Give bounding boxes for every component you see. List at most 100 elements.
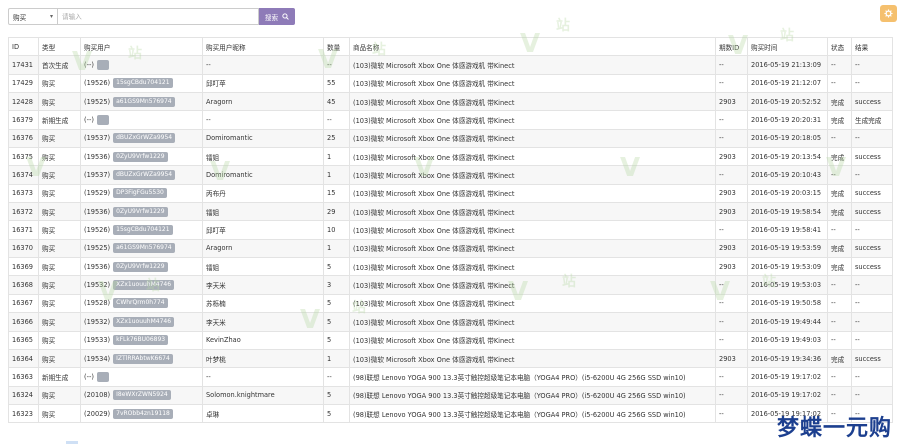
cell-product: (98)联想 Lenovo YOGA 900 13.3英寸触控超级笔记本电脑（Y… [349,385,716,405]
column-header[interactable]: 期数ID [715,36,748,57]
cell-product: (103)微软 Microsoft Xbox One 体感游戏机 带Kinect [349,165,716,185]
chevron-down-icon: ▾ [49,13,53,20]
cell-nickname: 苏栎楠 [202,293,324,314]
column-header[interactable]: 结果 [851,36,893,57]
cell-id: 16375 [8,147,39,167]
cell-type: 购买 [38,348,81,369]
cell-result: -- [851,128,893,149]
table-row[interactable]: 16372 购买 (19536) 0ZyU9Vrfw1229 镭姐 29 (103)微软 M… [8,202,893,222]
cell-result: success [851,348,893,369]
search-field-select[interactable]: 购买 ▾ [8,8,58,25]
cell-user: (--) [80,367,203,387]
cell-user: (19525) a61GS9Mn576974 [80,92,203,112]
cell-id: 17431 [8,55,39,75]
column-header[interactable]: 状态 [827,36,852,57]
cell-nickname: 邱叮苹 [202,220,324,240]
cell-user: (20029) 7vRObb4zn19118 [80,403,203,424]
orders-table: ID 类型 购买用户 购买用户昵称 数量 商品名称 期数ID 购买时间 状态 结果 17431 首次… [8,36,893,424]
cell-id: 16365 [8,330,39,350]
cell-id: 16364 [8,348,39,369]
search-button[interactable]: 搜索 [259,8,295,25]
table-row[interactable]: 17431 首次生成 (--) -- -- (103)微软 Microsoft Xbox … [8,55,893,75]
cell-type: 购买 [38,165,81,185]
user-id: (19537) [84,134,111,143]
cell-quantity: 1 [323,147,350,167]
table-row[interactable]: 16363 新期生成 (--) -- -- (98)联想 Lenovo YOGA 900 … [8,367,893,387]
column-header[interactable]: 购买时间 [747,36,828,57]
user-code-badge: XZx1uouuhM4746 [113,280,175,291]
user-code-badge: I8eWXrZWN5924 [113,390,171,401]
search-input[interactable] [58,8,259,25]
cell-result: success [851,257,893,277]
cell-result: -- [851,330,893,350]
cell-quantity: 5 [323,293,350,314]
column-header[interactable]: 购买用户 [80,36,203,57]
cell-product: (103)微软 Microsoft Xbox One 体感游戏机 带Kinect [349,238,716,259]
table-row[interactable]: 17429 购买 (19526) 15sgCBdu704121 邱叮苹 55 (103)微软… [8,73,893,94]
cell-nickname: Aragorn [202,92,324,112]
column-header[interactable]: ID [8,36,39,57]
column-header[interactable]: 类型 [38,36,81,57]
cell-period: -- [715,385,748,405]
table-row[interactable]: 12428 购买 (19525) a61GS9Mn576974 Aragorn 45 (10… [8,92,893,112]
cell-nickname: -- [202,55,324,75]
table-row[interactable]: 16371 购买 (19526) 15sgCBdu704121 邱叮苹 10 (103)微软… [8,220,893,240]
cell-product: (103)微软 Microsoft Xbox One 体感游戏机 带Kinect [349,257,716,277]
cell-user: (19526) 15sgCBdu704121 [80,220,203,240]
table-row[interactable]: 16367 购买 (19528) CWhrQrm0h774 苏栎楠 5 (103)微软 Mi… [8,293,893,314]
cell-result: success [851,92,893,112]
cell-time: 2016-05-19 19:53:09 [747,257,828,277]
cell-user: (19532) XZx1uouuhM4746 [80,275,203,295]
user-id: (19534) [84,354,111,363]
cell-status: -- [827,367,852,387]
table-row[interactable]: 16375 购买 (19536) 0ZyU9Vrfw1229 镭姐 1 (103)微软 Mi… [8,147,893,167]
table-row[interactable]: 16376 购买 (19537) dBUZxGrWZa9954 Domiromantic… [8,128,893,149]
cell-time: 2016-05-19 20:10:43 [747,165,828,185]
table-row[interactable]: 16366 购买 (19532) XZx1uouuhM4746 李天米 5 (103)微软 … [8,312,893,332]
cell-time: 2016-05-19 20:18:05 [747,128,828,149]
table-row[interactable]: 16374 购买 (19537) dBUZxGrWZa9954 Domiromantic… [8,165,893,185]
table-row[interactable]: 16379 新期生成 (--) -- -- (103)微软 Microsoft Xbox … [8,110,893,130]
table-row[interactable]: 16323 购买 (20029) 7vRObb4zn19118 卓琳 5 (98)联想 Le… [8,403,893,424]
table-row[interactable]: 16369 购买 (19536) 0ZyU9Vrfw1229 镭姐 5 (103)微软 Mi… [8,257,893,277]
settings-button[interactable] [880,5,897,22]
cell-id: 16379 [8,110,39,130]
cell-status: 完成 [827,257,852,277]
user-id: (--) [84,116,94,125]
cell-id: 16324 [8,385,39,405]
user-code-badge: a61GS9Mn576974 [113,243,175,254]
user-code-badge: a61GS9Mn576974 [113,96,175,107]
cell-status: 完成 [827,183,852,204]
table-row[interactable]: 16364 购买 (19534) IZTlRRAbtwK6674 叶梦桃 1 (103)微软… [8,348,893,369]
cell-quantity: 25 [323,128,350,149]
cell-user: (19525) a61GS9Mn576974 [80,238,203,259]
user-id: (19526) [84,226,111,235]
table-row[interactable]: 16373 购买 (19529) DP3FigFGu5530 丙布丹 15 (103)微软 … [8,183,893,204]
table-row[interactable]: 16370 购买 (19525) a61GS9Mn576974 Aragorn 1 (103… [8,238,893,259]
cell-period: -- [715,165,748,185]
cell-product: (103)微软 Microsoft Xbox One 体感游戏机 带Kinect [349,110,716,130]
user-id: (20108) [84,391,111,400]
column-header[interactable]: 购买用户昵称 [202,36,324,57]
user-code-badge: 7vRObb4zn19118 [113,408,173,419]
column-header[interactable]: 商品名称 [349,36,716,57]
user-id: (19525) [84,97,111,106]
cell-user: (19526) 15sgCBdu704121 [80,73,203,94]
cell-result: success [851,147,893,167]
cell-id: 16370 [8,238,39,259]
cell-id: 17429 [8,73,39,94]
user-id: (19536) [84,152,111,161]
table-row[interactable]: 16368 购买 (19532) XZx1uouuhM4746 李天米 3 (103)微软 … [8,275,893,295]
cell-id: 16369 [8,257,39,277]
cell-quantity: 1 [323,348,350,369]
column-header[interactable]: 数量 [323,36,350,57]
cell-id: 16323 [8,403,39,424]
cell-quantity: -- [323,367,350,387]
cell-time: 2016-05-19 20:13:54 [747,147,828,167]
cell-quantity: 3 [323,275,350,295]
table-row[interactable]: 16324 购买 (20108) I8eWXrZWN5924 Solomon.knigh… [8,385,893,405]
cell-quantity: 1 [323,165,350,185]
table-row[interactable]: 16365 购买 (19533) kFLk76BU06893 KevinZhao 5 (10… [8,330,893,350]
cell-time: 2016-05-19 20:03:15 [747,183,828,204]
cell-type: 购买 [38,312,81,332]
